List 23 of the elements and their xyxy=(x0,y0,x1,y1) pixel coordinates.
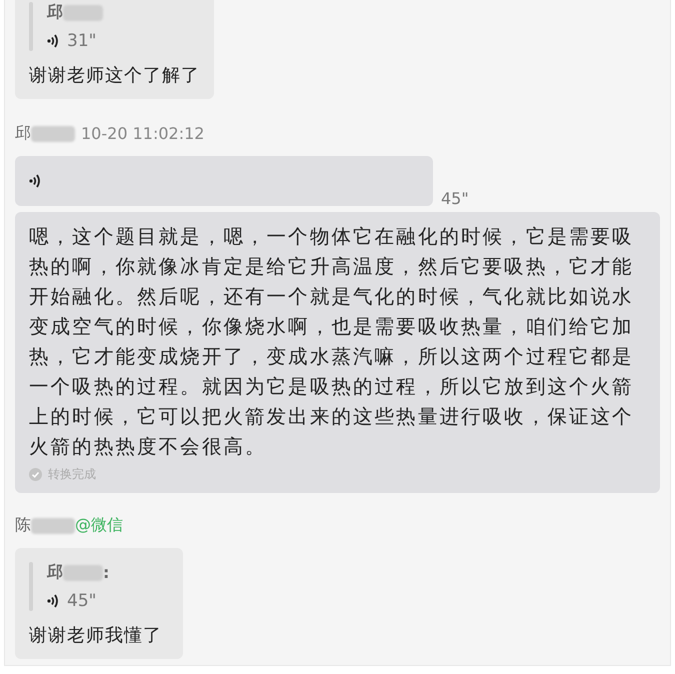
voice-icon xyxy=(29,173,41,189)
check-icon xyxy=(29,468,42,481)
voice-duration: 45" xyxy=(441,189,469,208)
quoted-sender: 邱 xyxy=(47,2,63,23)
quoted-sender: 邱 xyxy=(47,562,63,583)
blurred-name xyxy=(31,518,75,534)
blurred-name xyxy=(63,564,103,580)
message-text: 谢谢老师我懂了 xyxy=(29,624,163,647)
voice-duration: 31" xyxy=(67,31,96,51)
voice-message[interactable] xyxy=(15,156,433,206)
voice-icon xyxy=(47,33,59,49)
message-time: 10-20 11:02:12 xyxy=(81,124,204,143)
blurred-name xyxy=(31,126,75,142)
transcript-status: 转换完成 xyxy=(48,466,96,483)
sender-name: 陈 xyxy=(15,515,31,536)
voice-icon xyxy=(47,593,59,609)
sender-source: @微信 xyxy=(75,515,123,536)
blurred-name xyxy=(63,4,103,20)
voice-duration: 45" xyxy=(67,591,96,611)
sender-name: 邱 xyxy=(15,123,31,144)
transcript-text: 嗯，这个题目就是，嗯，一个物体它在融化的时候，它是需要吸热的啊，你就像冰肯定是给它升高温度，然后它要吸热，它才能开始融化。然后呢，还有一个就是气化的时候，气化就比如说水变成空气的时候，你像烧水啊，也是需要吸收热量，咱们给它加热，它才能变成烧开了，变成水蒸汽嘛，所以这两个过程它都是一个吸热的过程。就因为它是吸热的过程，所以它放到这个火箭上的时候，它可以把火箭发出来的这些热量进行吸收，保证这个火箭的热热度不会很高。 xyxy=(29,224,635,460)
message-text: 谢谢老师这个了解了 xyxy=(29,64,200,87)
quoted-colon: : xyxy=(103,563,110,582)
